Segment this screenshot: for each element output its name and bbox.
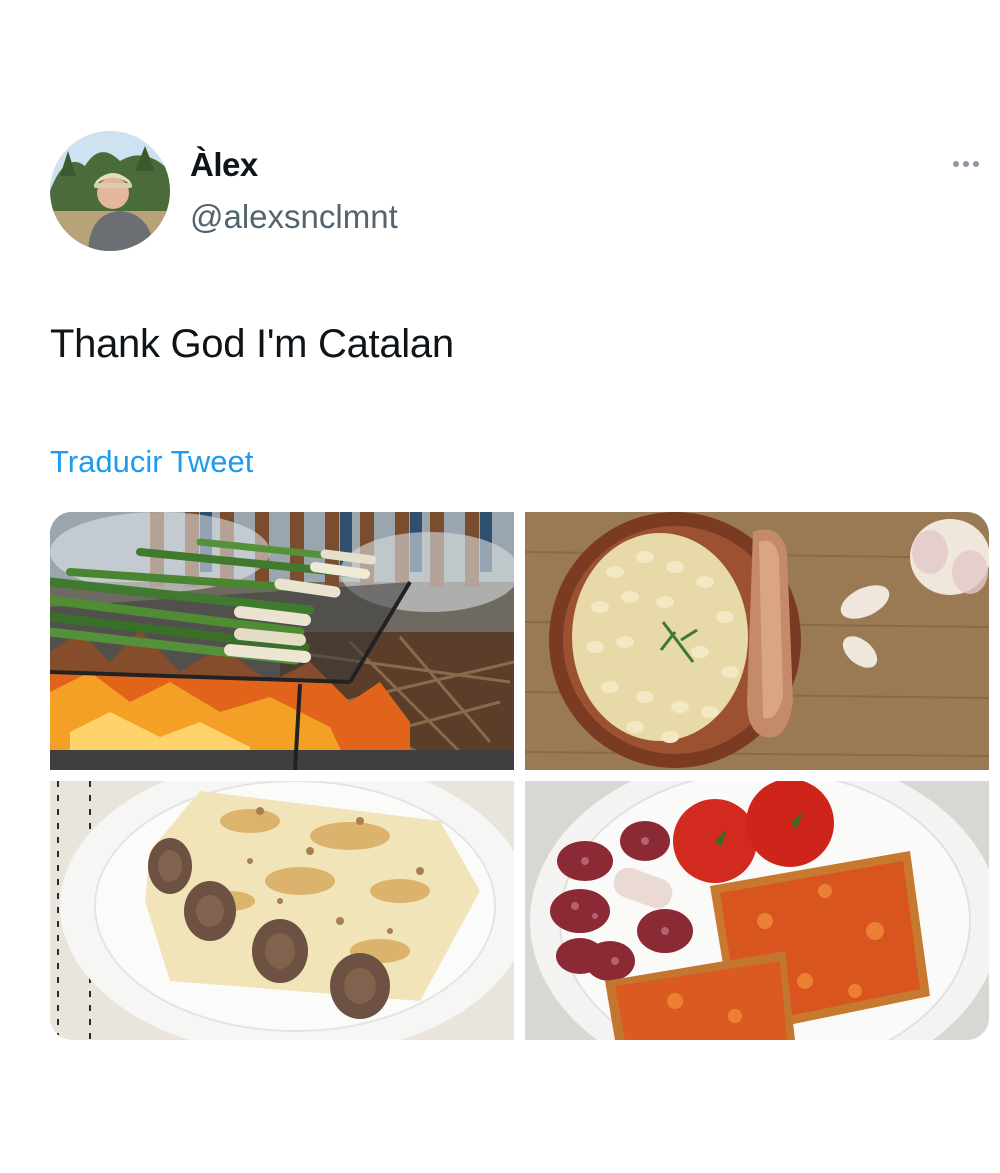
ellipsis-icon [953,161,979,167]
more-options-button[interactable] [944,150,988,178]
avatar-photo [50,131,170,251]
pa-amb-tomaquet-image [525,781,989,1040]
tweet-text: Thank God I'm Catalan [50,322,454,366]
beans-sausage-image [525,512,989,770]
calcots-image [50,512,514,770]
translate-tweet-link[interactable]: Traducir Tweet [50,444,253,480]
media-photo-calcots[interactable] [50,512,514,770]
canelons-image [50,781,514,1040]
media-photo-pa-amb-tomaquet[interactable] [525,781,989,1040]
media-grid [50,512,989,1040]
avatar[interactable] [50,131,170,251]
author-display-name[interactable]: Àlex [190,146,258,184]
media-photo-beans-sausage[interactable] [525,512,989,770]
author-handle[interactable]: @alexsnclmnt [190,198,398,236]
media-photo-canelons[interactable] [50,781,514,1040]
